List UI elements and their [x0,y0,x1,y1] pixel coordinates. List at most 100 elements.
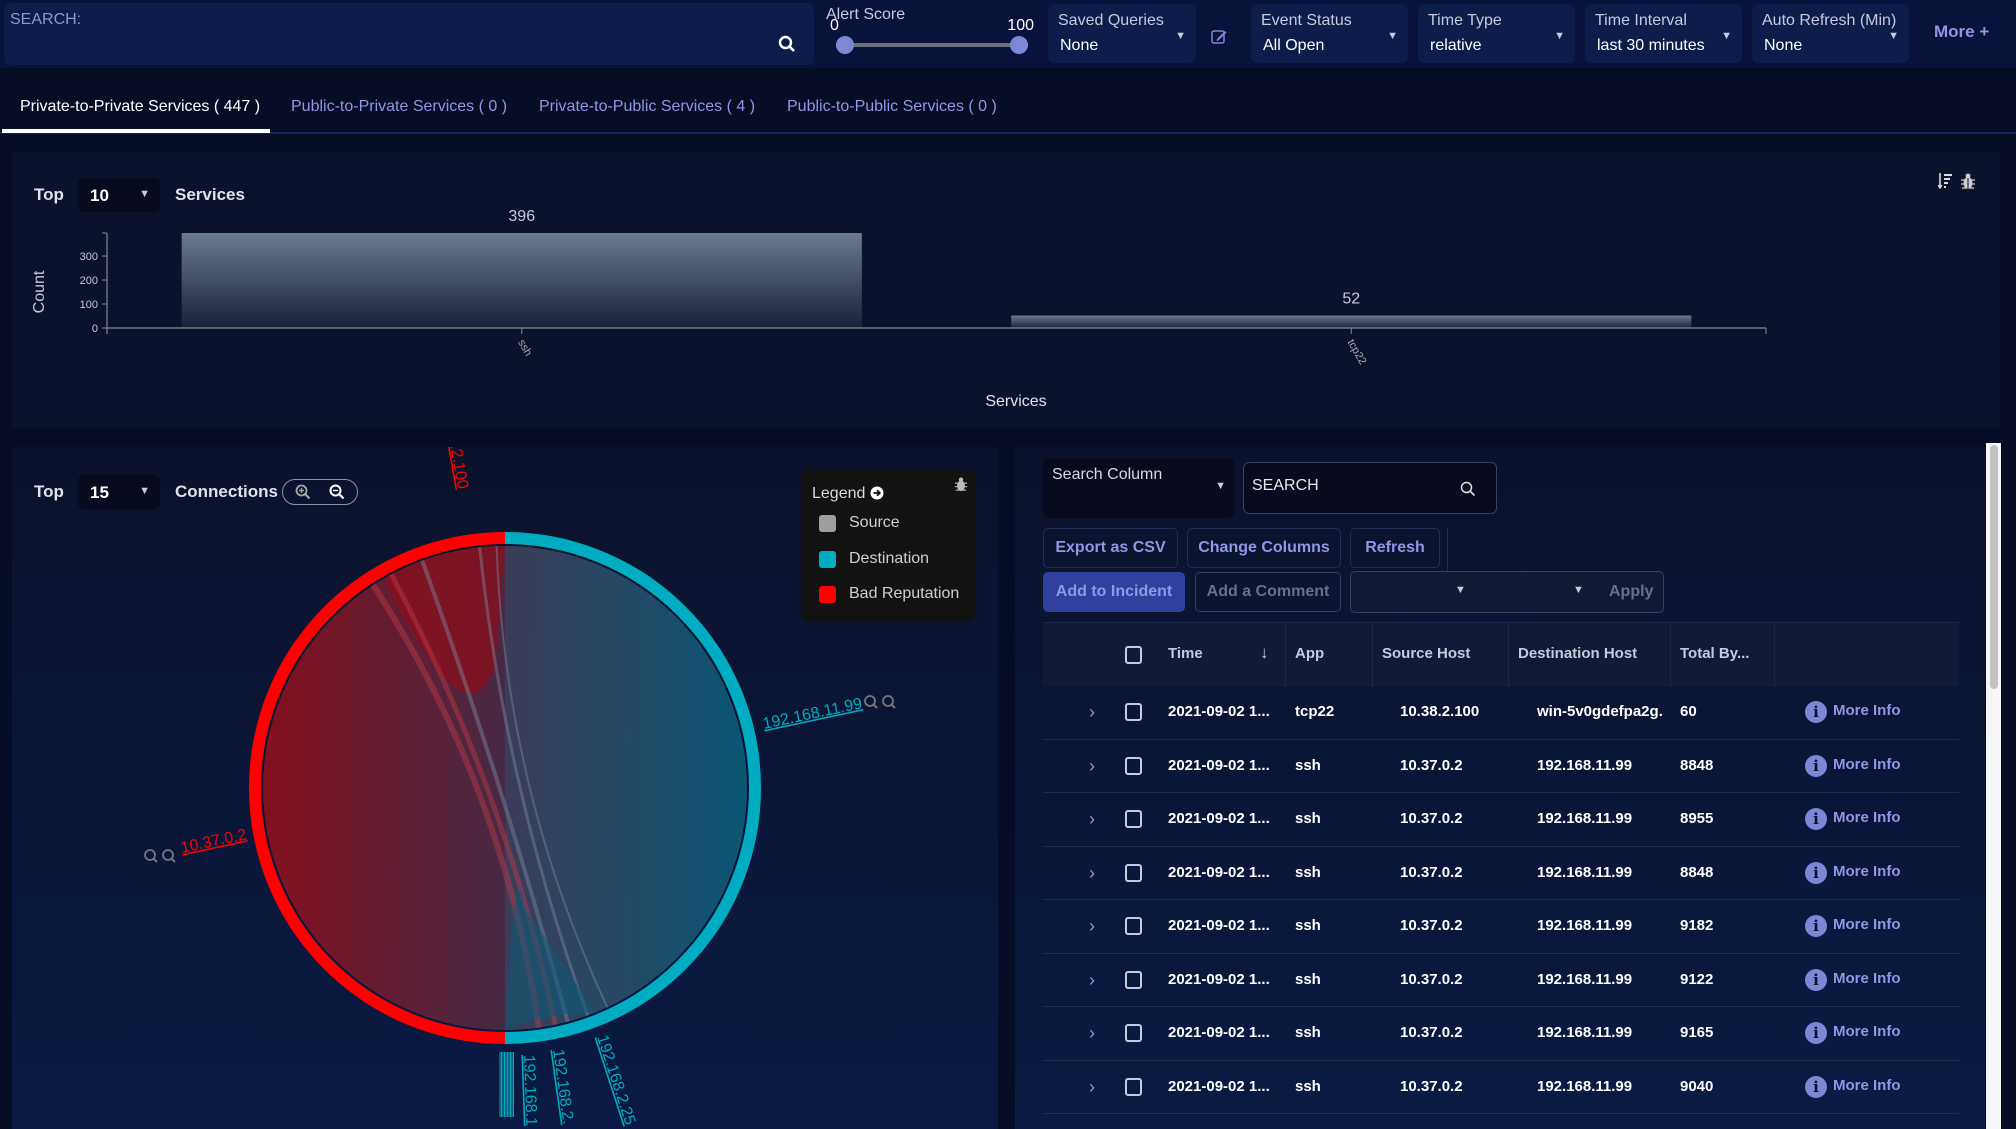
cell-app: ssh [1295,810,1321,827]
table-search-input[interactable] [1252,477,1452,495]
bug-icon[interactable] [1960,172,1976,190]
edit-icon[interactable] [1210,28,1228,46]
expand-row-icon[interactable]: › [1089,702,1095,723]
row-checkbox[interactable] [1125,863,1142,882]
info-icon[interactable]: i [1805,861,1827,884]
info-icon[interactable]: i [1805,754,1827,777]
search-icon[interactable] [1460,481,1476,497]
table-row[interactable]: › 2021-09-02 1... ssh 10.37.0.2 192.168.11.9… [1043,1007,1959,1061]
more-info-link[interactable]: More Info [1833,916,1901,933]
more-info-link[interactable]: More Info [1833,809,1901,826]
column-header-total-bytes[interactable]: Total By... [1680,645,1749,662]
export-csv-button[interactable]: Export as CSV [1043,528,1178,568]
bug-icon[interactable] [954,476,968,492]
search-icon[interactable] [778,35,796,53]
more-info-link[interactable]: More Info [1833,1023,1901,1040]
select-all-checkbox[interactable] [1125,646,1142,664]
vertical-scrollbar[interactable] [1986,443,2001,1129]
slider-handle-high[interactable] [1010,36,1028,54]
bar-data-label: 52 [1342,291,1360,308]
info-icon[interactable]: i [1805,701,1827,723]
table-row[interactable]: › 2021-09-02 1... tcp22 10.38.2.100 win-5v0g… [1043,686,1959,740]
apply-button[interactable]: Apply [1609,583,1653,601]
expand-row-icon[interactable]: › [1089,916,1095,937]
bar-ssh[interactable] [181,233,862,328]
node-label-192.168.2[interactable]: 192.168.2. [549,1048,576,1125]
alert-score-slider[interactable]: Alert Score 0 100 [826,0,1038,68]
expand-row-icon[interactable]: › [1089,756,1095,777]
saved-queries-dropdown[interactable]: Saved Queries None ▼ [1048,4,1196,63]
more-filters-button[interactable]: More + [1934,22,1989,42]
row-checkbox[interactable] [1125,1077,1142,1096]
table-row[interactable]: › 2021-09-02 1... ssh 10.37.0.2 192.168.11.9… [1043,740,1959,793]
x-tick-label: tcp22 [1345,338,1369,367]
expand-row-icon[interactable]: › [1089,970,1095,991]
row-checkbox[interactable] [1125,1024,1142,1042]
row-checkbox[interactable] [1125,756,1142,775]
info-icon[interactable]: i [1805,1075,1827,1098]
expand-row-icon[interactable]: › [1089,1023,1095,1044]
cell-total-bytes: 8848 [1680,756,1714,774]
node-10.37.0.2-zoom-out-icon[interactable] [162,849,176,863]
more-info-link[interactable]: More Info [1833,1077,1901,1094]
cell-destination-host: 192.168.11.99 [1537,1077,1633,1095]
cell-total-bytes: 9040 [1680,1077,1714,1095]
info-icon[interactable]: i [1805,808,1827,830]
add-comment-button[interactable]: Add a Comment [1195,572,1341,612]
bulk-value-select[interactable]: ▼ [1573,584,1584,596]
tab-private-to-public[interactable]: Private-to-Public Services ( 4 ) [539,98,755,116]
info-icon[interactable]: i [1805,968,1827,991]
time-type-dropdown[interactable]: Time Type relative ▼ [1418,4,1575,63]
expand-row-icon[interactable]: › [1089,1077,1095,1098]
column-header-source-host[interactable]: Source Host [1382,645,1470,662]
info-icon[interactable]: i [1805,915,1827,937]
sort-descending-icon[interactable]: ↓ [1260,643,1269,663]
node-192.168.11.99-zoom-in-icon[interactable] [864,695,878,709]
row-checkbox[interactable] [1125,970,1142,989]
event-status-dropdown[interactable]: Event Status All Open ▼ [1251,4,1408,63]
bulk-action-select[interactable]: ▼ [1455,584,1466,596]
more-info-link[interactable]: More Info [1833,702,1901,719]
arrow-right-circle-icon[interactable] [870,486,884,500]
node-label-192.168.2.25[interactable]: 192.168.2.25 [593,1033,638,1127]
node-label-10.38.2.100[interactable]: 0.38.2.100 [441,447,471,490]
slider-track[interactable] [836,43,1028,47]
slider-handle-low[interactable] [836,36,854,54]
node-label-192.168.1[interactable]: 192.168.1 [520,1055,539,1127]
bar-tcp22[interactable] [1011,315,1692,328]
column-header-app[interactable]: App [1295,645,1324,662]
node-label-10.37.0.2[interactable]: 10.37.0.2 [179,826,248,857]
row-checkbox[interactable] [1125,810,1142,828]
node-10.37.0.2-zoom-in-icon[interactable] [144,849,158,863]
sort-icon[interactable] [1938,172,1954,190]
node-192.168.11.99-zoom-out-icon[interactable] [882,695,896,709]
change-columns-button[interactable]: Change Columns [1187,528,1341,568]
table-row[interactable]: › 2021-09-02 1... ssh 10.37.0.2 192.168.11.9… [1043,900,1959,954]
info-icon[interactable]: i [1805,1022,1827,1044]
expand-row-icon[interactable]: › [1089,863,1095,884]
auto-refresh-dropdown[interactable]: Auto Refresh (Min) None ▼ [1752,4,1909,63]
more-info-link[interactable]: More Info [1833,756,1901,773]
tab-public-to-public[interactable]: Public-to-Public Services ( 0 ) [787,98,997,116]
tab-private-to-private[interactable]: Private-to-Private Services ( 447 ) [20,98,260,116]
more-info-link[interactable]: More Info [1833,970,1901,987]
add-to-incident-button[interactable]: Add to Incident [1043,572,1185,612]
table-row[interactable]: › 2021-09-02 1... ssh 10.37.0.2 192.168.11.9… [1043,793,1959,847]
expand-row-icon[interactable]: › [1089,809,1095,830]
more-info-link[interactable]: More Info [1833,863,1901,880]
global-search-input[interactable]: SEARCH: [4,3,814,65]
time-interval-dropdown[interactable]: Time Interval last 30 minutes ▼ [1585,4,1742,63]
search-column-select[interactable]: Search Column ▼ [1043,458,1234,518]
table-row[interactable]: › 2021-09-02 1... ssh 10.37.0.2 192.168.11.9… [1043,954,1959,1007]
scrollbar-thumb[interactable] [1990,445,1998,689]
row-checkbox[interactable] [1125,703,1142,721]
column-header-destination-host[interactable]: Destination Host [1518,645,1637,662]
row-checkbox[interactable] [1125,917,1142,935]
tab-public-to-private[interactable]: Public-to-Private Services ( 0 ) [291,98,507,116]
table-row[interactable]: › 2021-09-02 1... ssh 10.37.0.2 192.168.11.9… [1043,1061,1959,1114]
dropdown-title: Time Type [1428,12,1502,29]
column-header-time[interactable]: Time [1168,645,1203,662]
node-label-192.168.11.99[interactable]: 192.168.11.99 [761,695,864,733]
table-row[interactable]: › 2021-09-02 1... ssh 10.37.0.2 192.168.11.9… [1043,847,1959,900]
refresh-button[interactable]: Refresh [1350,528,1440,568]
